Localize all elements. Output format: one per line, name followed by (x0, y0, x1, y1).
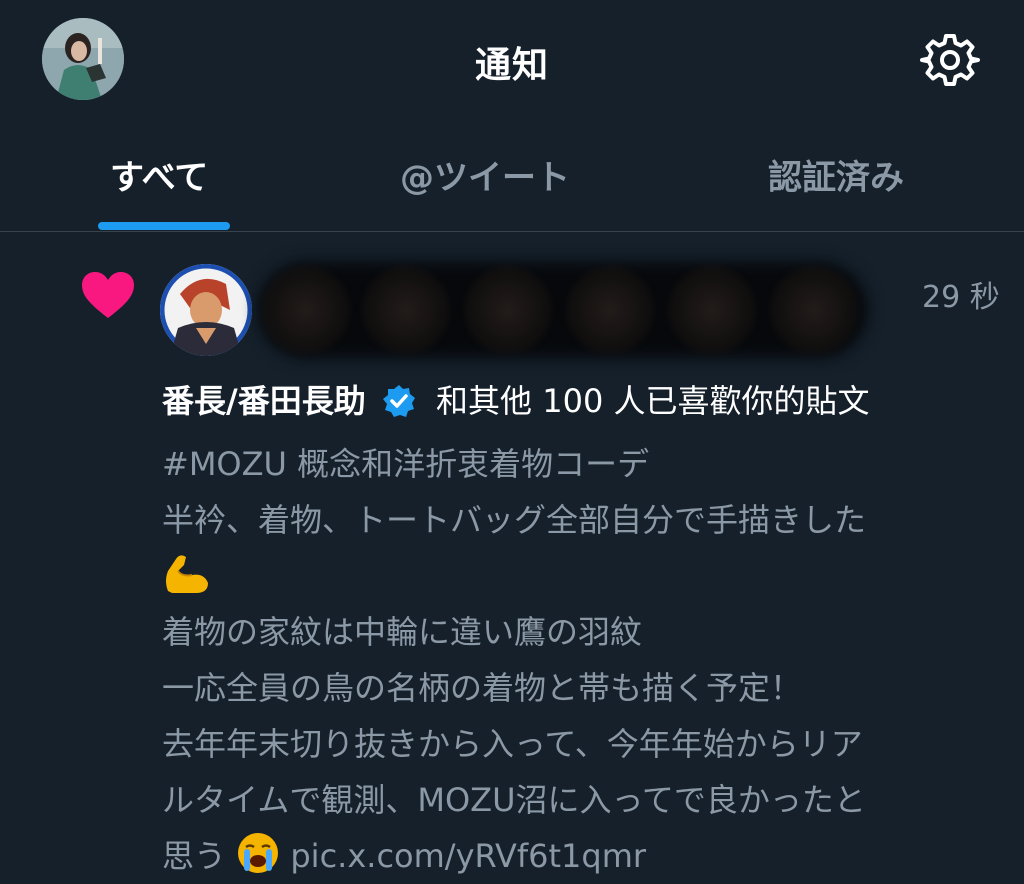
tweet-line: 去年年末切り抜きから入って、今年年始からリア (162, 725, 863, 763)
tweet-line: 着物の家紋は中輪に違い鷹の羽紋 (162, 613, 643, 651)
blurred-avatar (770, 266, 858, 354)
blurred-avatar (464, 266, 552, 354)
tab-mentions[interactable]: @ツイート (400, 150, 570, 199)
liker-avatar-image (160, 264, 252, 356)
blurred-avatar (566, 266, 654, 354)
liker-avatar[interactable] (160, 264, 252, 356)
verified-badge-icon (382, 385, 415, 417)
like-summary: 番長/番田長助 和其他 100 人已喜歡你的貼文 (162, 380, 869, 422)
tweet-line-last: 思う pic.x.com/yRVf6t1qmr (162, 828, 992, 884)
tweet-text: #MOZU 概念和洋折衷着物コーデ 半衿、着物、トートバッグ全部自分で手描きした… (162, 436, 992, 884)
tweet-line-prefix: 思う (162, 837, 227, 875)
liked-description: 和其他 100 人已喜歡你的貼文 (436, 382, 870, 420)
flexed-biceps-emoji (162, 548, 992, 604)
tweet-line: 一応全員の鳥の名柄の着物と帯も描く予定！ (162, 669, 803, 707)
liker-name[interactable]: 番長/番田長助 (162, 382, 366, 420)
tab-verified[interactable]: 認証済み (768, 150, 904, 199)
blurred-avatar (362, 266, 450, 354)
top-bar: 通知 (0, 0, 1024, 118)
media-link[interactable]: pic.x.com/yRVf6t1qmr (290, 837, 646, 875)
flexed-biceps-icon (166, 555, 208, 593)
heart-icon (82, 272, 134, 318)
tweet-line: #MOZU 概念和洋折衷着物コーデ (162, 445, 650, 483)
blurred-avatar (668, 266, 756, 354)
tab-all[interactable]: すべて (110, 150, 208, 199)
timestamp: 29 秒 (922, 280, 1000, 315)
page-title: 通知 (474, 45, 549, 86)
gear-icon[interactable] (920, 30, 980, 90)
tweet-line: ルタイムで観測、MOZU沼に入ってで良かったと (162, 781, 866, 819)
active-tab-indicator (98, 222, 230, 230)
divider (0, 231, 1024, 232)
crying-face-icon (238, 833, 279, 873)
blurred-avatar (262, 266, 350, 354)
tweet-line: 半衿、着物、トートバッグ全部自分で手描きした (162, 501, 867, 539)
